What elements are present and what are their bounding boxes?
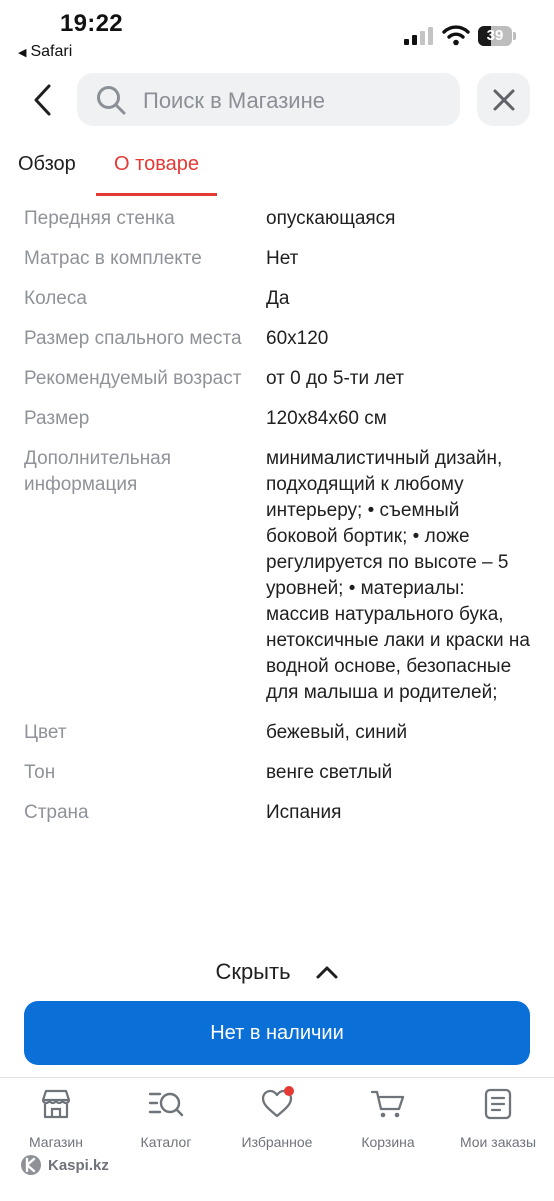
search-input[interactable] — [141, 73, 445, 128]
kaspi-brand: Kaspi.kz — [20, 1154, 109, 1176]
search-icon — [97, 86, 126, 115]
nav-item-catalog[interactable]: Каталог — [111, 1088, 221, 1150]
tab-about-product[interactable]: О товаре — [96, 146, 217, 196]
nav-item-favorites[interactable]: Избранное — [222, 1086, 332, 1150]
back-triangle-icon: ◀ — [18, 46, 27, 59]
spec-row: Передняя стенка опускающаяся — [0, 206, 554, 246]
collapse-button[interactable]: Скрыть — [0, 950, 554, 994]
back-button[interactable] — [22, 78, 64, 122]
spec-name: Матрас в комплекте — [24, 248, 202, 269]
collapse-label: Скрыть — [215, 959, 291, 984]
spec-name: Рекомендуемый возраст — [24, 368, 242, 389]
out-of-stock-button[interactable]: Нет в наличии — [24, 1001, 530, 1065]
spec-value: венге светлый — [266, 762, 393, 783]
spec-value: Нет — [266, 248, 299, 269]
spec-row: Колеса Да — [0, 286, 554, 326]
wifi-icon — [442, 25, 470, 46]
brand-label: Kaspi.kz — [48, 1156, 109, 1174]
nav-label: Избранное — [241, 1134, 313, 1150]
spec-name: Размер — [24, 408, 90, 429]
spec-value: Да — [266, 288, 290, 309]
back-to-app[interactable]: ◀ Safari — [18, 43, 72, 61]
spec-value: от 0 до 5-ти лет — [266, 368, 405, 389]
status-bar: 19:22 ◀ Safari 39 — [0, 0, 554, 66]
catalog-icon — [148, 1092, 184, 1117]
spec-name: Страна — [24, 802, 89, 823]
nav-item-shop[interactable]: Магазин — [1, 1088, 111, 1150]
back-app-label: Safari — [30, 43, 73, 60]
signal-icon — [404, 27, 433, 45]
spec-name: Тон — [24, 762, 56, 783]
close-icon — [493, 89, 514, 110]
spec-value: минималистичный дизайн, подходящий к люб… — [266, 448, 530, 703]
shop-icon — [41, 1089, 71, 1119]
spec-row: Дополнительная информация минималистичны… — [0, 446, 554, 720]
nav-item-orders[interactable]: Мои заказы — [443, 1088, 553, 1150]
orders-icon — [484, 1088, 512, 1120]
status-time: 19:22 — [60, 10, 123, 37]
spec-value: 120x84x60 см — [266, 408, 387, 429]
battery-percent: 39 — [486, 27, 504, 44]
spec-value: бежевый, синий — [266, 722, 408, 743]
spec-name: Цвет — [24, 722, 67, 743]
chevron-left-icon — [34, 84, 51, 116]
nav-label: Корзина — [361, 1134, 415, 1150]
spec-row: Матрас в комплекте Нет — [0, 246, 554, 286]
product-tabs: Обзор О товаре — [0, 146, 554, 196]
spec-row: Размер 120x84x60 см — [0, 406, 554, 446]
spec-row: Размер спального места 60x120 — [0, 326, 554, 366]
spec-name: Размер спального места — [24, 328, 242, 349]
tab-overview[interactable]: Обзор — [18, 146, 76, 196]
cart-icon — [370, 1090, 405, 1118]
chevron-up-icon — [316, 966, 338, 979]
battery-indicator: 39 — [478, 26, 516, 46]
spec-row: Тон венге светлый — [0, 760, 554, 800]
kaspi-logo-icon — [21, 1155, 41, 1175]
bottom-nav: Магазин Каталог Избранное Корзина Мои за… — [0, 1077, 554, 1201]
spec-name: Передняя стенка — [24, 208, 175, 229]
spec-value: 60x120 — [266, 328, 329, 349]
nav-item-cart[interactable]: Корзина — [333, 1088, 443, 1150]
spec-row: Рекомендуемый возраст от 0 до 5-ти лет — [0, 366, 554, 406]
spec-name: Дополнительная информация — [24, 448, 172, 495]
spec-name: Колеса — [24, 288, 87, 309]
nav-label: Мои заказы — [459, 1134, 537, 1150]
close-button[interactable] — [477, 73, 530, 126]
specs-list: Передняя стенка опускающаяся Матрас в ко… — [0, 206, 554, 840]
spec-row: Страна Испания — [0, 800, 554, 840]
favorites-badge — [284, 1086, 294, 1096]
nav-label: Магазин — [28, 1134, 83, 1150]
spec-value: опускающаяся — [266, 208, 396, 229]
nav-label: Каталог — [140, 1134, 192, 1150]
spec-value: Испания — [266, 802, 342, 823]
search-bar[interactable] — [77, 73, 460, 128]
spec-row: Цвет бежевый, синий — [0, 720, 554, 760]
